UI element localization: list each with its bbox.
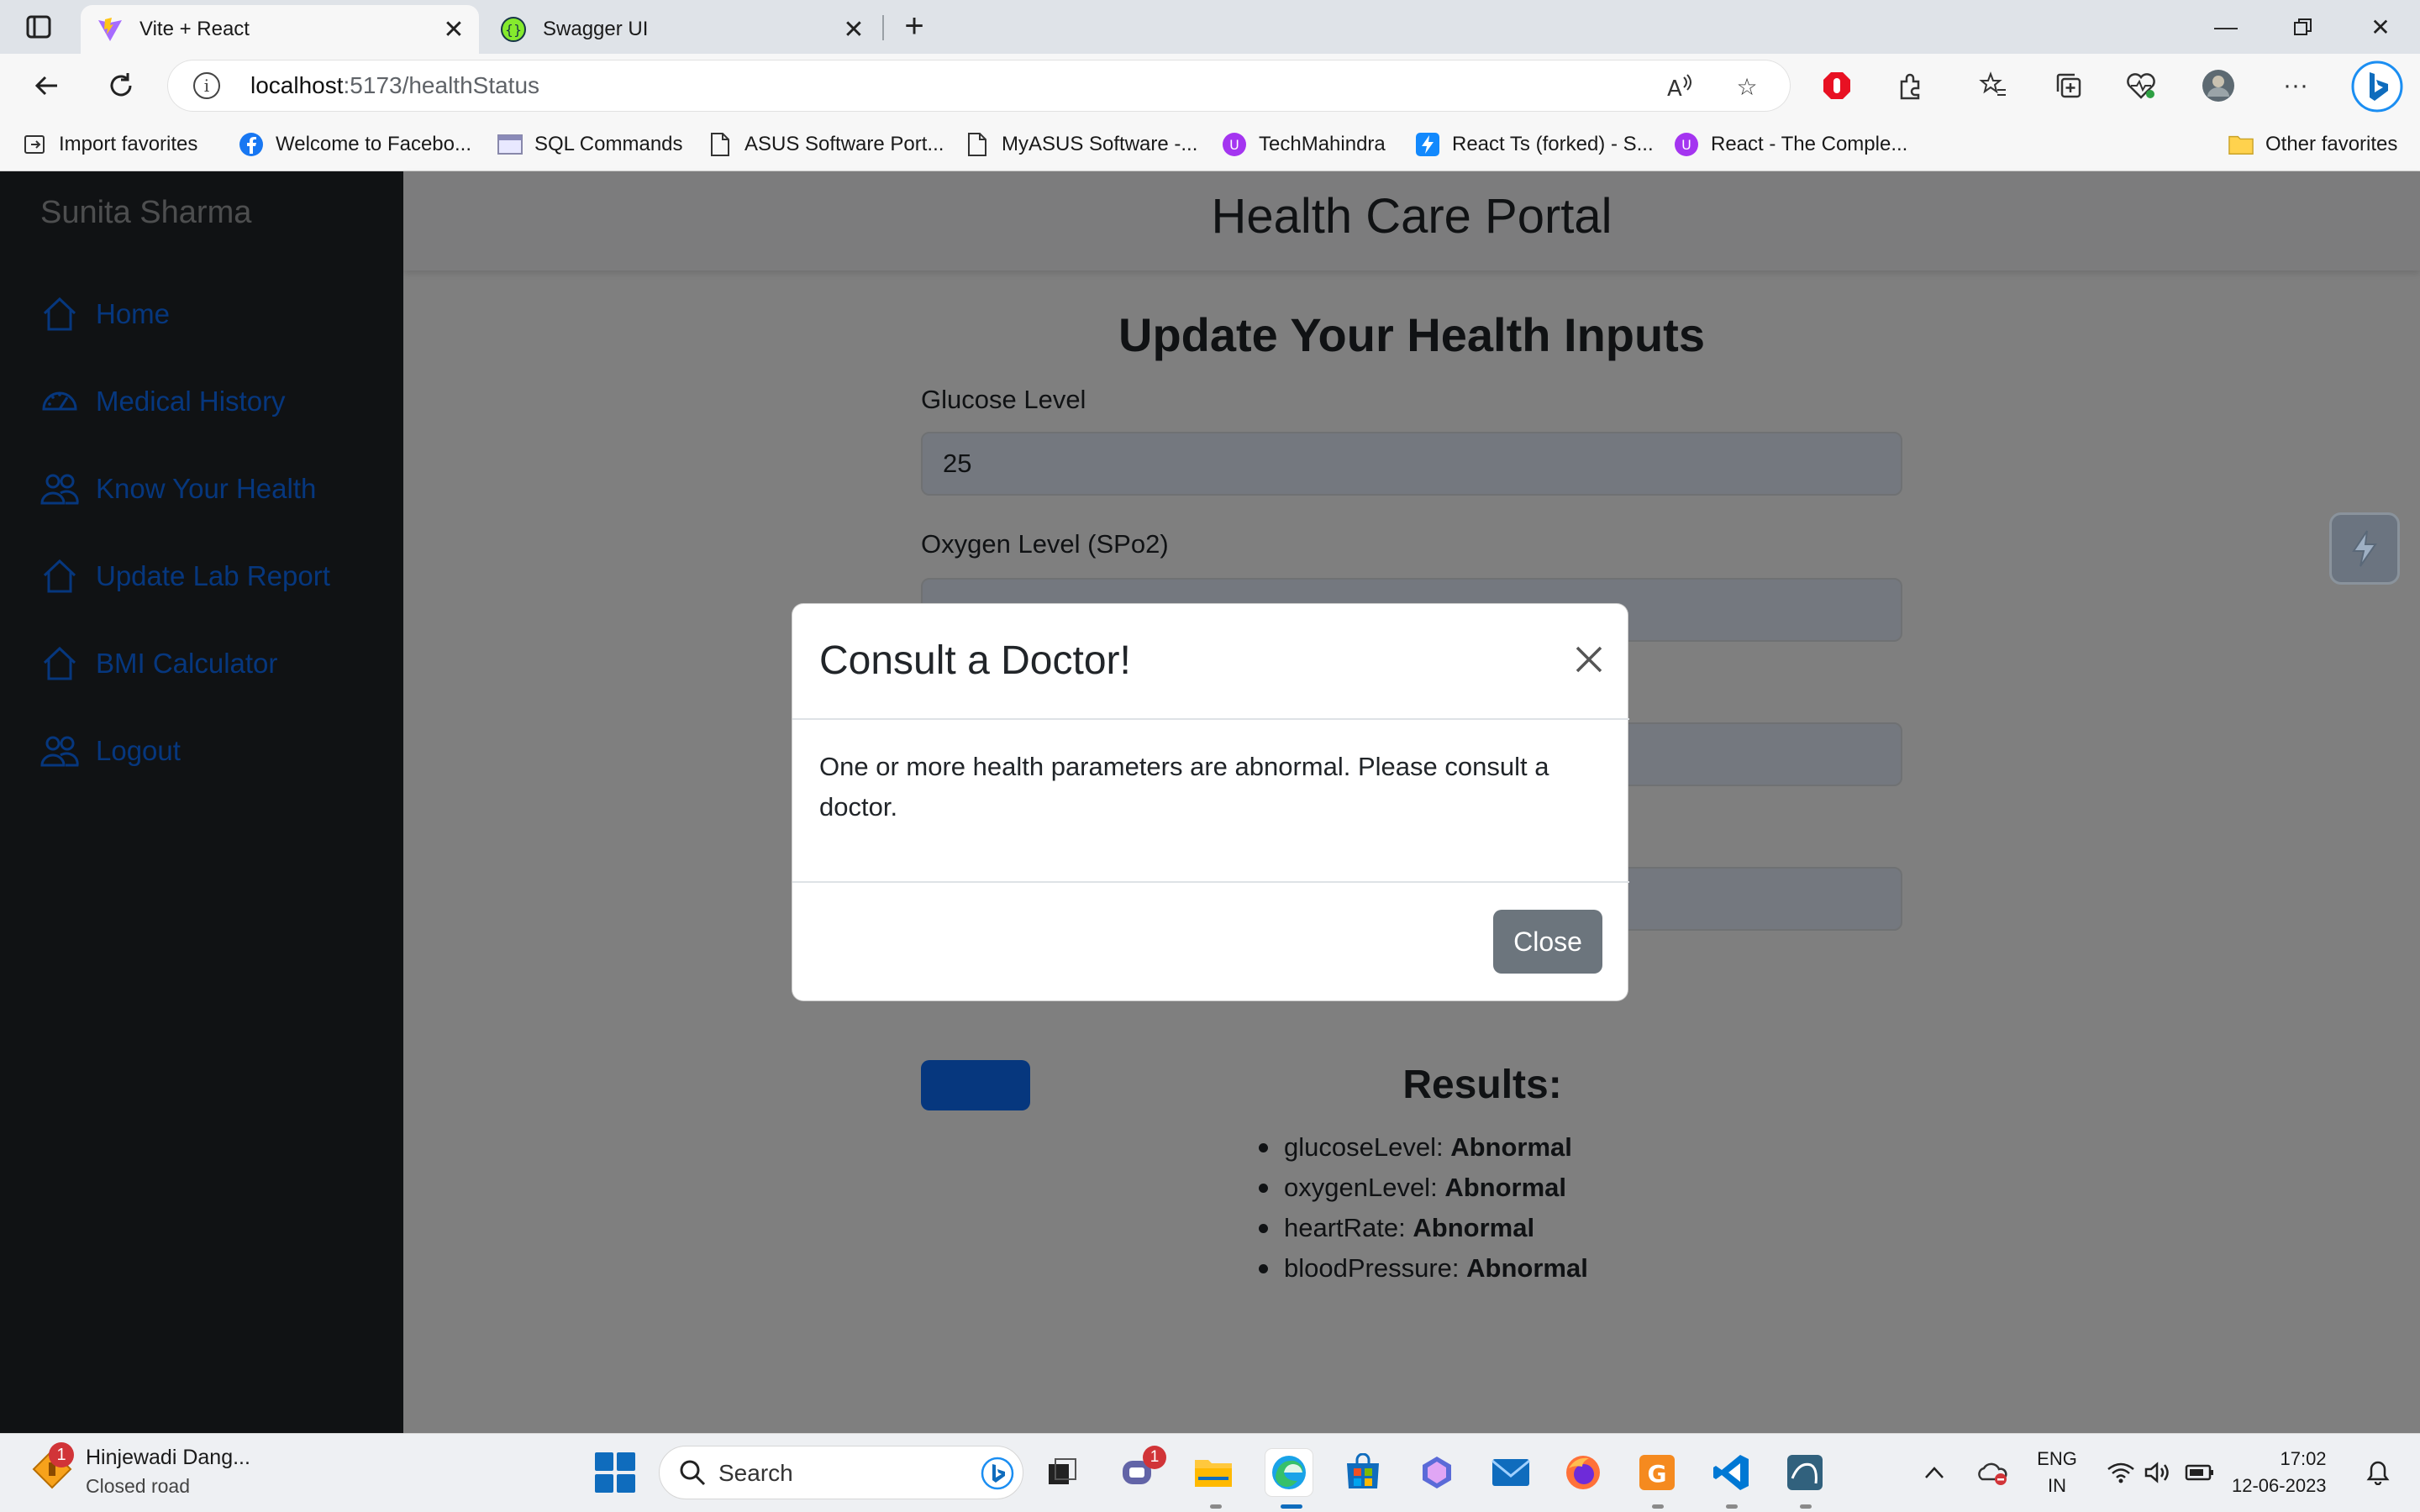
favorite-react-ts[interactable]: React Ts (forked) - S...: [1415, 129, 1654, 160]
svg-text:U: U: [1681, 137, 1691, 153]
floating-widget-icon[interactable]: [2329, 512, 2400, 585]
modal-header: Consult a Doctor!: [792, 604, 1629, 720]
tab-swagger-ui[interactable]: {} Swagger UI ✕: [484, 5, 879, 54]
app-running-indicator: [1210, 1504, 1222, 1509]
firefox-icon[interactable]: [1560, 1449, 1607, 1496]
import-icon: [22, 132, 47, 157]
browser-essentials-icon[interactable]: [2124, 69, 2158, 102]
weather-widget[interactable]: 1 Hinjewadi Dang... Closed road: [30, 1442, 250, 1498]
bing-icon[interactable]: [981, 1457, 1014, 1490]
language-indicator[interactable]: ENG IN: [2033, 1446, 2081, 1499]
favorites-list-icon[interactable]: [1976, 69, 2010, 102]
app-running-indicator: [1726, 1504, 1738, 1509]
weather-subtitle: Closed road: [86, 1475, 191, 1497]
profile-avatar[interactable]: [2202, 69, 2235, 102]
read-aloud-icon[interactable]: A: [1665, 72, 1694, 101]
favorites-bar: Import favorites Welcome to Facebo... SQ…: [0, 118, 2420, 171]
close-button[interactable]: Close: [1493, 910, 1602, 974]
tab-actions-icon[interactable]: [24, 12, 54, 42]
favorite-techmahindra[interactable]: U TechMahindra: [1222, 129, 1386, 160]
document-icon: [965, 132, 990, 157]
mail-icon[interactable]: [1487, 1449, 1534, 1496]
favorite-myasus[interactable]: MyASUS Software -...: [965, 129, 1197, 160]
folder-icon: [2228, 132, 2254, 157]
notifications-icon[interactable]: [2361, 1449, 2395, 1496]
favorite-import[interactable]: Import favorites: [22, 129, 197, 160]
modal-body: One or more health parameters are abnorm…: [819, 752, 1549, 822]
extensions-icon[interactable]: [1894, 69, 1928, 102]
tab-vite-react[interactable]: Vite + React ✕: [81, 5, 479, 54]
traffic-alert-icon: 1: [30, 1442, 74, 1489]
site-icon: U: [1222, 132, 1247, 157]
task-view-icon[interactable]: [1039, 1449, 1086, 1496]
teams-chat-icon[interactable]: 1: [1114, 1446, 1166, 1496]
pdf-app-icon[interactable]: G: [1634, 1449, 1681, 1496]
app-active-indicator: [1281, 1504, 1302, 1509]
file-explorer-icon[interactable]: [1190, 1449, 1237, 1496]
windows-start-icon[interactable]: [595, 1452, 635, 1493]
weather-badge: 1: [49, 1442, 74, 1467]
vscode-icon[interactable]: [1707, 1449, 1754, 1496]
more-options-icon[interactable]: ···: [2279, 69, 2312, 102]
other-favorites[interactable]: Other favorites: [2228, 129, 2397, 160]
refresh-icon[interactable]: [101, 66, 141, 106]
document-icon: [708, 132, 733, 157]
modal-footer: Close: [792, 881, 1629, 1002]
weather-title: Hinjewadi Dang...: [86, 1446, 250, 1469]
search-icon: [680, 1460, 706, 1486]
url-text[interactable]: localhost:5173/healthStatus: [250, 72, 539, 99]
favorite-sql-commands[interactable]: SQL Commands: [497, 129, 683, 160]
volume-icon[interactable]: [2139, 1449, 2176, 1496]
teams-badge: 1: [1143, 1446, 1166, 1469]
onedrive-icon[interactable]: [1973, 1449, 2012, 1496]
microsoft-store-icon[interactable]: [1339, 1449, 1386, 1496]
restore-icon[interactable]: [2265, 7, 2341, 47]
browser-tab-bar: Vite + React ✕ {} Swagger UI ✕ + — ✕: [0, 0, 2420, 54]
bing-chat-icon[interactable]: [2351, 60, 2403, 113]
site-info-icon[interactable]: i: [193, 72, 220, 99]
mysql-workbench-icon[interactable]: [1781, 1449, 1828, 1496]
tab-close-icon[interactable]: ✕: [437, 13, 471, 46]
collections-icon[interactable]: [2052, 69, 2086, 102]
favorite-star-icon[interactable]: ☆: [1733, 72, 1761, 101]
app-running-indicator: [1800, 1504, 1812, 1509]
favorite-asus-portal[interactable]: ASUS Software Port...: [708, 129, 944, 160]
browser-toolbar: i localhost:5173/healthStatus A ☆ ···: [0, 54, 2420, 118]
page-icon: [497, 132, 523, 157]
tab-title: Swagger UI: [543, 18, 649, 40]
app-running-indicator: [1652, 1504, 1664, 1509]
wifi-icon[interactable]: [2102, 1449, 2139, 1496]
address-bar[interactable]: i localhost:5173/healthStatus A ☆: [168, 60, 1790, 111]
window-close-icon[interactable]: ✕: [2343, 7, 2418, 47]
edge-icon[interactable]: [1265, 1449, 1313, 1496]
tab-separator: [882, 15, 884, 40]
svg-text:A: A: [1667, 76, 1682, 101]
svg-text:{}: {}: [505, 22, 522, 38]
facebook-icon: [239, 132, 264, 157]
site-icon: U: [1674, 132, 1699, 157]
copilot-icon[interactable]: [1413, 1449, 1460, 1496]
favorite-react-complete[interactable]: U React - The Comple...: [1674, 129, 1907, 160]
modal-close-icon[interactable]: [1570, 641, 1607, 678]
consult-doctor-modal: Consult a Doctor! One or more health par…: [792, 603, 1629, 1002]
back-icon[interactable]: [27, 66, 67, 106]
battery-icon[interactable]: [2181, 1449, 2218, 1496]
swagger-icon: {}: [499, 15, 528, 44]
stackblitz-icon: [1415, 132, 1440, 157]
adblock-icon[interactable]: [1820, 69, 1854, 102]
new-tab-icon[interactable]: +: [897, 9, 931, 44]
system-clock[interactable]: 17:02 12-06-2023: [2232, 1446, 2327, 1499]
svg-text:G: G: [1648, 1460, 1667, 1488]
tab-close-icon[interactable]: ✕: [837, 13, 871, 46]
favorite-facebook[interactable]: Welcome to Facebo...: [239, 129, 471, 160]
show-hidden-icons-icon[interactable]: [1918, 1449, 1951, 1496]
svg-text:U: U: [1229, 137, 1239, 153]
vite-icon: [96, 15, 124, 44]
taskbar-search[interactable]: Search: [659, 1446, 1023, 1499]
windows-taskbar: 1 Hinjewadi Dang... Closed road Search 1…: [0, 1433, 2420, 1512]
tab-title: Vite + React: [139, 18, 250, 40]
minimize-icon[interactable]: —: [2188, 7, 2264, 47]
modal-title: Consult a Doctor!: [819, 638, 1131, 683]
